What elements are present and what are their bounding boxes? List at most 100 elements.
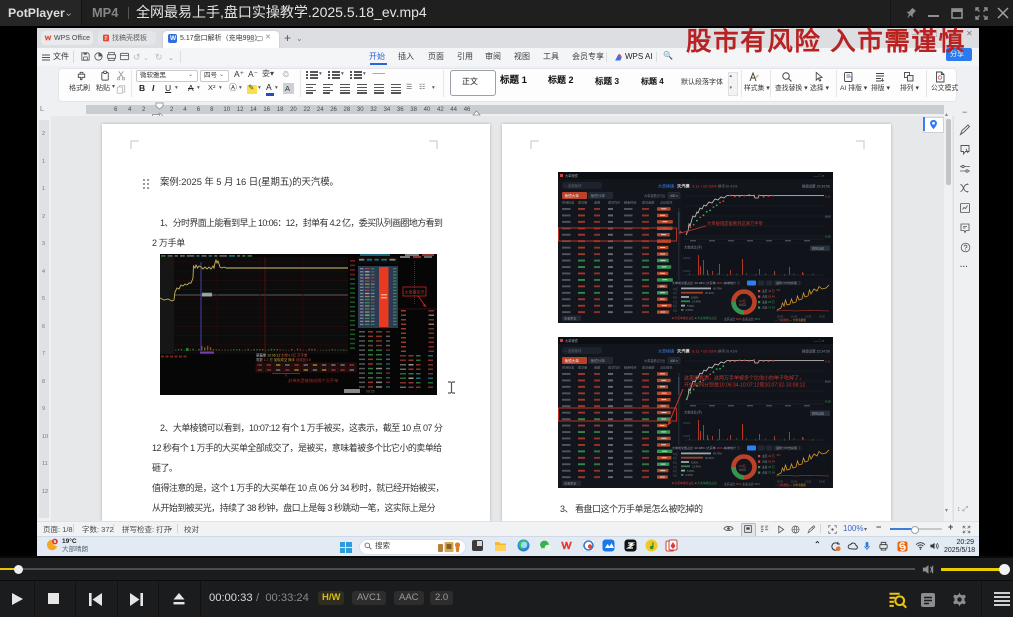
svg-text:这里能看到，这两万手单被多个比他小的单子吃掉了，: 这里能看到，这两万手单被多个比他小的单子吃掉了， — [684, 375, 804, 382]
svg-text:10000: 10000 — [683, 269, 691, 273]
svg-text:棱镜大单: 棱镜大单 — [565, 358, 580, 363]
svg-text:总成交: 总成交 — [739, 303, 747, 307]
svg-text:大单统计 ⓘ: 大单统计 ⓘ — [724, 445, 740, 450]
svg-text:金额: 金额 — [594, 365, 600, 370]
svg-text:5万: 5万 — [673, 473, 677, 477]
svg-text:9.11 +10.03%: 9.11 +10.03% — [692, 349, 717, 354]
svg-text:400 ▾: 400 ▾ — [670, 194, 678, 198]
svg-text:时间标志: 时间标志 — [562, 365, 574, 370]
svg-text:占比 62.4%: 占比 62.4% — [762, 295, 776, 299]
svg-text:9.11 +10.03%: 9.11 +10.03% — [692, 184, 717, 189]
svg-text:13:30: 13:30 — [805, 481, 812, 484]
svg-text:换手10.41%: 换手10.41% — [718, 184, 738, 189]
svg-text:30000: 30000 — [683, 421, 691, 425]
svg-text:大单棱镜: 大单棱镜 — [658, 348, 674, 354]
svg-text:SC: SC — [777, 288, 781, 292]
svg-text:成交量: 成交量 — [578, 365, 587, 370]
svg-text:4.2亿: 4.2亿 — [739, 299, 746, 303]
svg-text:成交量: 成交量 — [578, 200, 587, 205]
svg-text:大单棱镜: 大单棱镜 — [658, 183, 674, 189]
svg-text:大单成交(手): 大单成交(手) — [684, 410, 702, 415]
svg-text:大单棱镜是能看到这两万手单: 大单棱镜是能看到这两万手单 — [707, 220, 764, 227]
svg-text:— □ ×: — □ × — [814, 174, 824, 178]
svg-text:400 ▾: 400 ▾ — [670, 359, 678, 363]
svg-text:查看更多: 查看更多 — [564, 481, 576, 486]
svg-text:4.2亿: 4.2亿 — [739, 464, 746, 468]
svg-text:14:30: 14:30 — [819, 316, 826, 319]
svg-text:13:30: 13:30 — [805, 316, 812, 319]
svg-text:大单棱镜: 大单棱镜 — [565, 173, 579, 178]
svg-text:棱镜大单: 棱镜大单 — [565, 193, 580, 198]
svg-text:8万: 8万 — [673, 296, 677, 300]
svg-text:13.46%: 13.46% — [692, 465, 701, 469]
svg-text:2.63%: 2.63% — [686, 473, 694, 477]
svg-text:9万: 9万 — [673, 291, 677, 295]
svg-text:SC: SC — [777, 453, 781, 457]
svg-text:主买占比 62% 主卖占比 38%: 主买占比 62% 主卖占比 38% — [724, 482, 760, 486]
svg-text:49.78%: 49.78% — [713, 452, 722, 456]
svg-text:换手10.41%: 换手10.41% — [718, 349, 738, 354]
svg-text:天汽模: 天汽模 — [677, 348, 690, 355]
svg-text:总成交: 总成交 — [739, 468, 747, 472]
svg-text:大单成交量占比: 96.98% (大买单 48% A+: 大单成交量占比: 96.98% (大买单 48% A+ — [672, 280, 727, 285]
svg-text:占比情况: 占比情况 — [660, 200, 672, 205]
svg-text:大单统计 ⓘ: 大单统计 ⓘ — [724, 280, 740, 285]
svg-text:棱镜设置 15:34:56: 棱镜设置 15:34:56 — [802, 184, 830, 189]
svg-text:成交金额: 成交金额 — [642, 200, 654, 205]
svg-text:大单成交(手): 大单成交(手) — [684, 245, 702, 250]
svg-text:09:25: 09:25 — [366, 390, 375, 394]
svg-text:5.50%: 5.50% — [687, 304, 695, 308]
svg-text:时间标志: 时间标志 — [562, 200, 574, 205]
svg-text:2.63%: 2.63% — [686, 308, 694, 312]
svg-text:占比 37.6%: 占比 37.6% — [762, 306, 776, 310]
svg-text:— □ ×: — □ × — [814, 339, 824, 343]
svg-text:棱镜设置 15:34:56: 棱镜设置 15:34:56 — [802, 349, 830, 354]
svg-text:8万: 8万 — [673, 461, 677, 465]
svg-text:■ 大买单成交占比 ■ 大卖单成交占比: ■ 大买单成交占比 ■ 大卖单成交占比 — [672, 316, 717, 320]
svg-text:8.60: 8.60 — [825, 215, 831, 219]
svg-text:棱镜分单: 棱镜分单 — [591, 358, 606, 363]
svg-text:天汽模: 天汽模 — [677, 183, 690, 190]
svg-text:⌕ 全部板块: ⌕ 全部板块 — [565, 183, 582, 188]
svg-text:35.34%: 35.34% — [705, 456, 714, 460]
svg-text:进场分时觉察图 ⓘ: 进场分时觉察图 ⓘ — [776, 445, 801, 450]
svg-text:笔数 1.2 万 加权成交 换手 封成比0.6: 笔数 1.2 万 加权成交 换手 封成比0.6 — [256, 357, 311, 362]
svg-text:主买占比 62% 主卖占比 38%: 主买占比 62% 主卖占比 38% — [724, 317, 760, 321]
svg-text:— 分时图线 — 大单净量线: — 分时图线 — 大单净量线 — [775, 483, 806, 487]
svg-text:9.11: 9.11 — [825, 195, 831, 199]
svg-text:— 分时图线 — 大单净量线: — 分时图线 — 大单净量线 — [775, 318, 806, 322]
svg-text:回到当前: 回到当前 — [812, 246, 824, 251]
svg-text:10万: 10万 — [673, 287, 679, 291]
svg-text:大单成交量占比: 96.98% (大买单 48% A+: 大单成交量占比: 96.98% (大买单 48% A+ — [672, 445, 727, 450]
svg-text:结束时间: 结束时间 — [624, 365, 636, 370]
svg-text:⌕ 全部板块: ⌕ 全部板块 — [565, 348, 582, 353]
svg-text:8.90%: 8.90% — [691, 295, 699, 299]
svg-text:开始时间分别是10:06:34-10:07:12和10:07: 开始时间分别是10:06:34-10:07:12和10:07:32-10:08:… — [684, 382, 805, 389]
svg-text:6万: 6万 — [673, 304, 677, 308]
svg-text:成交均价: 成交均价 — [608, 365, 620, 370]
svg-text:大单金额(万元): 大单金额(万元) — [644, 193, 665, 198]
svg-text:8.60: 8.60 — [825, 380, 831, 384]
svg-text:49.78%: 49.78% — [713, 287, 722, 291]
svg-text:大单棱镜: 大单棱镜 — [565, 338, 579, 343]
svg-text:进场分时觉察图 ⓘ: 进场分时觉察图 ⓘ — [776, 280, 801, 285]
svg-text:查看更多: 查看更多 — [564, 316, 576, 321]
svg-text:成交金额: 成交金额 — [642, 365, 654, 370]
svg-text:占比 62.4%: 占比 62.4% — [762, 460, 776, 464]
svg-text:大单被买光: 大单被买光 — [405, 289, 425, 295]
svg-text:封单先是被按成两个万手单: 封单先是被按成两个万手单 — [288, 377, 338, 384]
svg-text:金额: 金额 — [594, 200, 600, 205]
svg-text:棱镜分单: 棱镜分单 — [591, 193, 606, 198]
svg-text:30000: 30000 — [683, 256, 691, 260]
svg-text:13.46%: 13.46% — [692, 300, 701, 304]
svg-text:5.50%: 5.50% — [687, 469, 695, 473]
svg-text:8.90%: 8.90% — [691, 460, 699, 464]
svg-text:14:30: 14:30 — [819, 481, 826, 484]
svg-text:9.11: 9.11 — [825, 360, 831, 364]
svg-text:5万: 5万 — [673, 308, 677, 312]
svg-text:占比 37.6%: 占比 37.6% — [762, 471, 776, 475]
svg-text:■ 大买单成交占比 ■ 大卖单成交占比: ■ 大买单成交占比 ■ 大卖单成交占比 — [672, 481, 717, 485]
svg-text:8.28: 8.28 — [825, 235, 831, 239]
svg-text:8.28: 8.28 — [825, 400, 831, 404]
svg-text:6万: 6万 — [673, 469, 677, 473]
